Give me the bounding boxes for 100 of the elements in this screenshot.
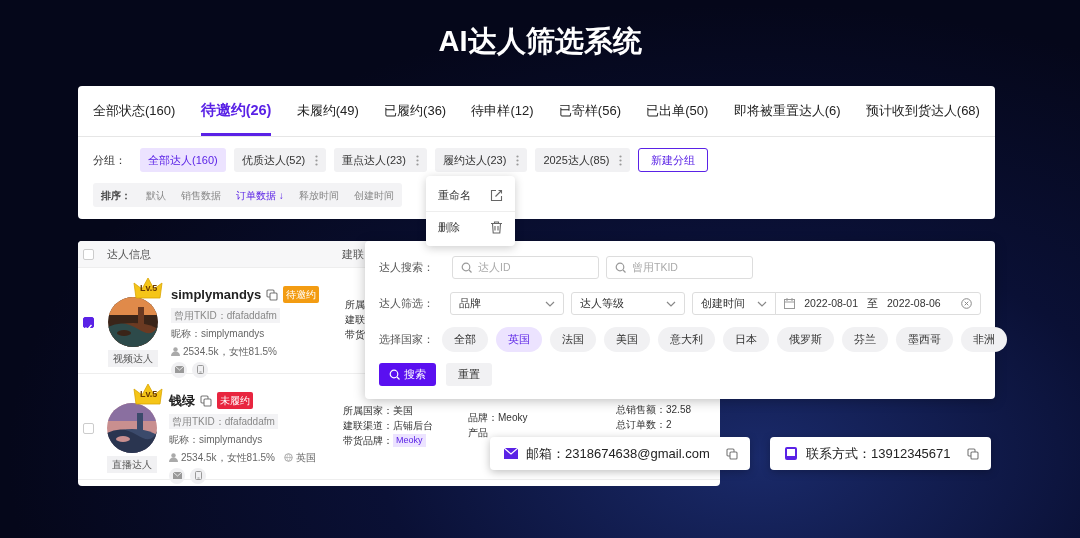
column-header: 建联: [342, 246, 364, 262]
email-button[interactable]: [171, 361, 187, 378]
status-tab[interactable]: 未履约(49): [296, 85, 359, 136]
status-tab[interactable]: 待申样(12): [471, 85, 534, 136]
field-label: 达人筛选：: [379, 295, 435, 311]
detail-text: 带货品牌：: [343, 434, 393, 448]
group-label: 分组：: [93, 152, 126, 168]
detail-text: 带货: [345, 328, 365, 342]
row-checkbox[interactable]: [83, 317, 94, 328]
status-tab[interactable]: 已出单(50): [646, 85, 709, 136]
detail-text: 建联: [345, 313, 365, 327]
detail-text: 所属国家：美国: [343, 404, 413, 418]
copy-icon[interactable]: [966, 447, 979, 460]
chevron-down-icon: [666, 300, 677, 307]
nickname-text: 昵称：simplymandys: [171, 326, 266, 341]
detail-text: 所属: [345, 298, 365, 312]
country-pill[interactable]: 非洲: [961, 327, 1007, 352]
trash-icon: [490, 220, 503, 234]
field-label: 选择国家：: [379, 331, 434, 347]
phone-icon: [196, 365, 204, 374]
edit-icon: [490, 189, 503, 202]
field-label: 达人搜索：: [379, 259, 435, 275]
sort-label: 排序：: [101, 188, 131, 203]
phone-button[interactable]: [192, 361, 208, 378]
search-button[interactable]: 搜索: [379, 363, 436, 386]
new-group-button[interactable]: 新建分组: [638, 148, 709, 172]
menu-item[interactable]: 重命名: [426, 180, 515, 211]
group-chip[interactable]: 重点达人(23): [334, 148, 427, 172]
brand-tag: Meoky: [393, 433, 426, 448]
status-tab[interactable]: 已履约(36): [384, 85, 447, 136]
country-pill[interactable]: 美国: [604, 327, 650, 352]
tkid-label: 曾用TKID：dfafaddafm: [171, 307, 280, 323]
copy-icon[interactable]: [266, 288, 279, 301]
creator-type: 视频达人: [108, 350, 158, 367]
copy-icon[interactable]: [725, 447, 738, 460]
dropdown-select[interactable]: 创建时间: [692, 292, 777, 315]
email-button[interactable]: [169, 467, 185, 484]
nickname-text: 昵称：simplymandys: [169, 432, 264, 447]
person-icon: [171, 346, 180, 356]
more-icon[interactable]: [516, 154, 520, 166]
status-tab[interactable]: 即将被重置达人(6): [733, 85, 841, 136]
detail-text: 建联渠道：店铺后台: [343, 419, 433, 433]
detail-text: 总销售额：32.58: [616, 403, 692, 417]
reset-button[interactable]: 重置: [446, 363, 492, 386]
country-pill[interactable]: 芬兰: [842, 327, 888, 352]
country-pill[interactable]: 俄罗斯: [777, 327, 834, 352]
clear-icon[interactable]: [961, 298, 972, 309]
globe-icon: [283, 452, 293, 462]
more-icon[interactable]: [315, 154, 319, 166]
copy-icon[interactable]: [200, 394, 212, 407]
detail-text: 品牌：Meoky: [468, 411, 528, 425]
country-pill[interactable]: 墨西哥: [896, 327, 953, 352]
more-icon[interactable]: [415, 154, 419, 166]
country-pill[interactable]: 法国: [550, 327, 596, 352]
contact-text: 邮箱：2318674638@gmail.com: [526, 444, 710, 463]
detail-text: 总订单数：2: [616, 418, 672, 432]
status-badge: 未履约: [217, 392, 253, 410]
search-icon: [615, 262, 626, 273]
phone-icon: [194, 471, 202, 480]
creator-name: 钱绿: [169, 392, 195, 410]
status-tab[interactable]: 全部状态(160): [93, 85, 176, 136]
calendar-icon: [784, 298, 796, 309]
group-chip[interactable]: 优质达人(52): [233, 148, 327, 172]
country-pill[interactable]: 日本: [723, 327, 769, 352]
dropdown-select[interactable]: 达人等级: [570, 292, 686, 315]
mail-icon: [172, 472, 182, 479]
group-chip[interactable]: 全部达人(160): [140, 148, 226, 172]
group-chip[interactable]: 履约达人(23): [434, 148, 528, 172]
page-title: AI达人筛选系统: [437, 24, 643, 59]
menu-item[interactable]: 删除: [426, 211, 515, 242]
column-header: 达人信息: [107, 246, 152, 262]
chevron-down-icon: [544, 300, 555, 307]
more-icon[interactable]: [619, 154, 623, 166]
country-pill[interactable]: 意大利: [658, 327, 715, 352]
mail-icon: [504, 447, 518, 460]
mail-icon: [174, 366, 184, 373]
status-tab[interactable]: 已寄样(56): [558, 85, 621, 136]
status-tab[interactable]: 预计收到货达人(68): [865, 85, 980, 136]
detail-text: 产品: [468, 426, 488, 440]
dropdown-select[interactable]: 品牌: [449, 292, 564, 315]
group-chip[interactable]: 2025达人(85): [535, 148, 631, 172]
creator-name: simplymandys: [171, 286, 262, 304]
creator-type: 直播达人: [107, 456, 157, 473]
chevron-down-icon: [757, 300, 768, 307]
country-pill[interactable]: 英国: [496, 327, 542, 352]
person-icon: [169, 452, 178, 462]
sort-option[interactable]: 订单数据 ↓: [236, 187, 284, 203]
country-pill[interactable]: 全部: [442, 327, 488, 352]
level-label: Lv.5: [140, 390, 158, 399]
fans-text: 2534.5k，女性81.5%: [181, 450, 275, 465]
select-all-checkbox[interactable]: [83, 248, 94, 260]
status-badge: 待邀约: [283, 286, 320, 304]
date-range-field[interactable]: 2022-08-01 至 2022-08-06: [775, 292, 981, 315]
contact-text: 联系方式：13912345671: [806, 444, 951, 463]
level-label: Lv.5: [140, 284, 158, 293]
status-tab[interactable]: 待邀约(26): [200, 85, 272, 136]
fans-text: 2534.5k，女性81.5%: [183, 344, 277, 359]
search-icon: [461, 262, 472, 273]
phone-button[interactable]: [190, 467, 206, 484]
search-icon: [389, 369, 400, 380]
